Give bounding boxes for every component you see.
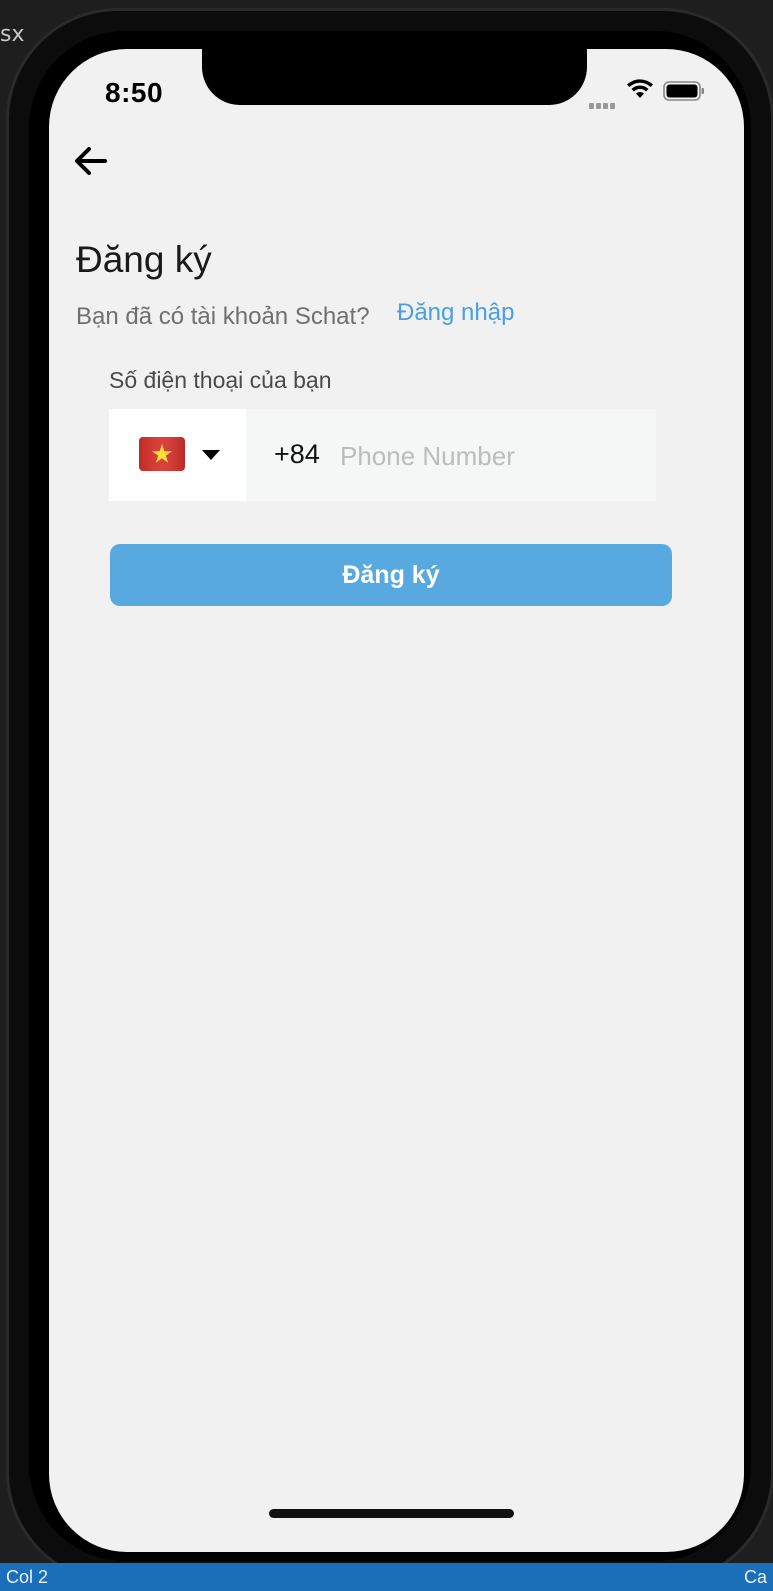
phone-number-input[interactable] (338, 431, 642, 481)
login-link[interactable]: Đăng nhập (397, 299, 514, 327)
arrow-left-icon[interactable] (73, 145, 109, 177)
home-indicator (269, 1509, 514, 1518)
country-picker[interactable] (109, 409, 246, 501)
phone-label: Số điện thoại của bạn (109, 367, 332, 393)
editor-tab-fragment: sx (0, 22, 25, 47)
vietnam-flag-icon (139, 437, 185, 471)
have-account-text: Bạn đã có tài khoản Schat? (76, 303, 370, 330)
dial-code: +84 (274, 439, 320, 469)
phone-input-container: +84 (246, 409, 656, 501)
editor-status-bar: Col 2 Ca (0, 1563, 773, 1591)
cellular-signal-icon (589, 91, 619, 109)
status-time: 8:50 (105, 77, 164, 108)
device-notch (202, 49, 587, 105)
page-title: Đăng ký (76, 239, 212, 280)
chevron-down-icon (202, 450, 220, 460)
phone-field-row: +84 (109, 409, 656, 501)
editor-status-left: Col 2 (6, 1567, 49, 1587)
editor-status-right: Ca (743, 1567, 767, 1587)
app-screen: 8:50 Đăng ký Bạn đã có tài khoản Schat? … (49, 49, 744, 1552)
wifi-icon (627, 79, 653, 98)
register-button[interactable]: Đăng ký (110, 544, 672, 606)
battery-icon (663, 81, 704, 101)
